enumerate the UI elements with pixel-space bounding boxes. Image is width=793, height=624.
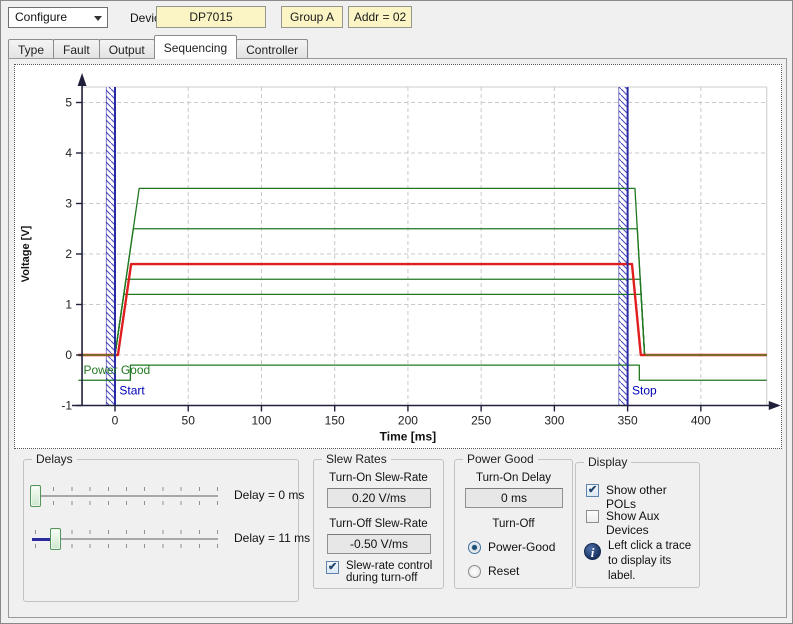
- svg-text:Power Good: Power Good: [84, 363, 151, 377]
- tab-type[interactable]: Type: [8, 39, 54, 59]
- radio-icon: [468, 565, 481, 578]
- slew-rate-control-label: Slew-rate control during turn-off: [346, 560, 438, 584]
- checkbox-icon: [586, 484, 599, 497]
- info-icon: [584, 543, 601, 560]
- svg-text:0: 0: [112, 414, 119, 428]
- svg-text:400: 400: [691, 414, 711, 428]
- show-other-pols-checkbox[interactable]: Show other POLs: [586, 483, 696, 499]
- slew-rate-control-checkbox[interactable]: Slew-rate control during turn-off: [326, 560, 436, 588]
- svg-text:1: 1: [65, 298, 72, 312]
- turn-on-delay-value: 0 ms: [465, 488, 563, 508]
- turn-on-delay-slider[interactable]: [28, 479, 226, 513]
- turn-off-slew-value: -0.50 V/ms: [327, 534, 431, 554]
- turn-on-delay-label: Turn-On Delay: [455, 472, 572, 484]
- info-text: Left click a trace to display its label.: [608, 539, 696, 584]
- svg-text:5: 5: [65, 96, 72, 110]
- slider-thumb[interactable]: [50, 528, 61, 550]
- slider-ticks: [35, 530, 218, 534]
- checkbox-icon: [326, 561, 339, 574]
- power-good-radio[interactable]: Power-Good: [468, 540, 568, 556]
- show-other-pols-label: Show other POLs: [606, 483, 696, 511]
- svg-text:300: 300: [544, 414, 564, 428]
- configure-dropdown-label: Configure: [15, 10, 67, 24]
- voltage-time-chart[interactable]: -1012345050100150200250300350400Time [ms…: [15, 65, 781, 448]
- group-value-field: Group A: [281, 6, 343, 28]
- tab-output[interactable]: Output: [99, 39, 155, 59]
- turn-on-slew-value: 0.20 V/ms: [327, 488, 431, 508]
- svg-text:Start: Start: [119, 383, 145, 397]
- svg-text:3: 3: [65, 197, 72, 211]
- svg-text:350: 350: [618, 414, 638, 428]
- device-value-field: DP7015: [156, 6, 266, 28]
- tab-controller[interactable]: Controller: [236, 39, 308, 59]
- sequencing-chart-panel[interactable]: -1012345050100150200250300350400Time [ms…: [14, 64, 782, 449]
- chevron-down-icon: [94, 16, 102, 21]
- svg-text:4: 4: [65, 146, 72, 160]
- slider-thumb[interactable]: [30, 485, 41, 507]
- reset-radio[interactable]: Reset: [468, 564, 568, 580]
- tab-sequencing[interactable]: Sequencing: [154, 35, 237, 59]
- show-aux-devices-label: Show Aux Devices: [606, 509, 696, 537]
- svg-text:200: 200: [398, 414, 418, 428]
- tab-fault[interactable]: Fault: [53, 39, 100, 59]
- svg-text:0: 0: [65, 348, 72, 362]
- svg-text:Stop: Stop: [632, 383, 657, 397]
- svg-text:-1: -1: [61, 399, 72, 413]
- turn-off-label: Turn-Off: [455, 518, 572, 530]
- display-title: Display: [584, 455, 631, 469]
- slew-rates-title: Slew Rates: [322, 452, 391, 466]
- slider-ticks: [35, 487, 218, 491]
- svg-text:Time [ms]: Time [ms]: [380, 430, 436, 444]
- sequencing-tab-page: -1012345050100150200250300350400Time [ms…: [8, 58, 787, 618]
- tab-strip: TypeFaultOutputSequencingController: [8, 35, 307, 59]
- slider-selection-range: [32, 538, 50, 541]
- app-window: Configure Device DP7015 Group A Addr = 0…: [0, 0, 793, 624]
- reset-radio-label: Reset: [488, 564, 519, 578]
- turn-off-delay-slider[interactable]: [28, 522, 226, 556]
- svg-text:50: 50: [182, 414, 196, 428]
- checkbox-icon: [586, 510, 599, 523]
- svg-text:250: 250: [471, 414, 491, 428]
- slider-ticks: [35, 544, 218, 548]
- delay-1-label: Delay = 11 ms: [234, 531, 310, 545]
- svg-text:Voltage [V]: Voltage [V]: [20, 225, 32, 282]
- display-groupbox: Display Show other POLs Show Aux Devices…: [575, 462, 700, 588]
- slew-rates-groupbox: Slew Rates Turn-On Slew-Rate 0.20 V/ms T…: [313, 459, 444, 589]
- slider-ticks: [35, 501, 218, 505]
- addr-value-field: Addr = 02: [348, 6, 412, 28]
- power-good-title: Power Good: [463, 452, 538, 466]
- svg-text:100: 100: [251, 414, 271, 428]
- turn-on-slew-label: Turn-On Slew-Rate: [314, 472, 443, 484]
- power-good-radio-label: Power-Good: [488, 540, 555, 554]
- delay-0-label: Delay = 0 ms: [234, 488, 304, 502]
- power-good-groupbox: Power Good Turn-On Delay 0 ms Turn-Off P…: [454, 459, 573, 589]
- radio-icon: [468, 541, 481, 554]
- svg-text:150: 150: [325, 414, 345, 428]
- slider-track: [32, 495, 218, 497]
- configure-dropdown[interactable]: Configure: [8, 7, 108, 28]
- delays-title: Delays: [32, 452, 77, 466]
- turn-off-slew-label: Turn-Off Slew-Rate: [314, 518, 443, 530]
- show-aux-devices-checkbox[interactable]: Show Aux Devices: [586, 509, 696, 525]
- svg-text:2: 2: [65, 247, 72, 261]
- delays-groupbox: Delays Delay = 0 ms Delay =: [23, 459, 299, 602]
